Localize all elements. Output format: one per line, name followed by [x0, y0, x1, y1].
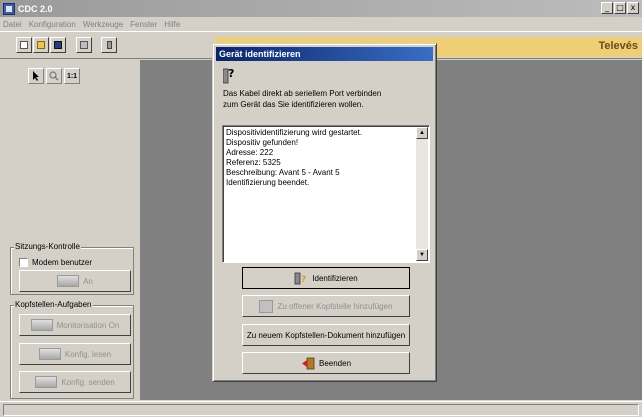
brand-logo: Televés — [598, 40, 638, 52]
headend-tasks-legend: Kopfstellen-Aufgaben — [14, 300, 93, 309]
modem-checkbox[interactable] — [19, 258, 28, 267]
send-config-button[interactable]: Konfig. senden — [19, 371, 131, 393]
exit-door-icon — [301, 357, 315, 369]
status-bar — [0, 401, 642, 417]
add-new-label: Zu neuem Kopfstellen-Dokument hinzufügen — [246, 330, 406, 340]
save-icon — [54, 41, 62, 49]
dialog-title: Gerät identifizieren — [216, 47, 433, 61]
read-config-icon — [38, 348, 61, 360]
instruction-line-2: zum Gerät das Sie identifizieren wollen. — [223, 100, 364, 109]
app-icon — [3, 2, 15, 15]
add-open-label: Zu offener Kopfstelle hinzufügen — [277, 301, 393, 311]
modem-label: Modem benutzer — [32, 258, 93, 267]
monitorisation-button[interactable]: Monitorisation On — [19, 314, 131, 336]
identify-device-icon: ? — [294, 272, 307, 285]
fit-tool[interactable]: 1:1 — [64, 68, 80, 84]
save-button[interactable] — [50, 37, 66, 53]
open-folder-icon — [37, 41, 45, 49]
menu-fenster[interactable]: Fenster — [130, 20, 157, 29]
maximize-button[interactable]: □ — [614, 2, 626, 14]
add-to-open-headend-button[interactable]: Zu offener Kopfstelle hinzufügen — [242, 295, 410, 317]
session-control-legend: Sitzungs-Kontrolle — [14, 242, 81, 251]
log-line: Dispositiv gefunden! — [226, 138, 299, 147]
open-button[interactable] — [33, 37, 49, 53]
headend-tasks-group: Kopfstellen-Aufgaben Monitorisation On K… — [10, 300, 134, 399]
pointer-icon — [33, 71, 39, 81]
title-bar: CDC 2.0 _ □ x — [0, 0, 642, 17]
log-lines: Dispositividentifizierung wird gestartet… — [226, 128, 362, 188]
send-config-label: Konfig. senden — [61, 377, 115, 387]
zoom-icon — [49, 71, 59, 81]
pointer-tool[interactable] — [28, 68, 44, 84]
menu-hilfe[interactable]: Hilfe — [164, 20, 180, 29]
send-config-icon — [35, 376, 58, 388]
scroll-down-arrow[interactable]: ▼ — [416, 249, 428, 261]
menu-werkzeuge[interactable]: Werkzeuge — [83, 20, 123, 29]
monitorisation-label: Monitorisation On — [56, 320, 120, 330]
minimize-button[interactable]: _ — [601, 2, 613, 14]
print-button[interactable] — [76, 37, 92, 53]
log-scrollbar[interactable]: ▲ ▼ — [416, 127, 428, 261]
connect-button[interactable]: An — [19, 270, 131, 292]
svg-text:?: ? — [301, 275, 306, 285]
zoom-tool[interactable] — [46, 68, 62, 84]
quit-label: Beenden — [318, 358, 352, 368]
new-document-icon — [20, 41, 28, 49]
log-line: Beschreibung: Avant 5 - Avant 5 — [226, 168, 340, 177]
read-config-label: Konfig. lesen — [64, 349, 112, 359]
identify-device-icon — [107, 41, 112, 49]
dialog-instructions: Das Kabel direkt ab seriellem Port verbi… — [223, 88, 423, 110]
plug-icon — [57, 275, 80, 287]
menu-konfiguration[interactable]: Konfiguration — [29, 20, 76, 29]
left-panel: 1:1 Sitzungs-Kontrolle Modem benutzer An… — [8, 60, 137, 400]
monitor-icon — [30, 319, 53, 331]
log-line: Adresse: 222 — [226, 148, 274, 157]
svg-text:?: ? — [228, 67, 234, 80]
menu-datei[interactable]: Datei — [3, 20, 22, 29]
log-line: Referenz: 5325 — [226, 158, 281, 167]
identify-button[interactable]: ? Identifizieren — [242, 267, 410, 289]
identify-label: Identifizieren — [312, 273, 358, 283]
identify-device-dialog: Gerät identifizieren ? Das Kabel direkt … — [212, 43, 437, 382]
connect-label: An — [83, 276, 93, 286]
app-title: CDC 2.0 — [18, 3, 53, 14]
add-to-new-document-button[interactable]: Zu neuem Kopfstellen-Dokument hinzufügen — [242, 324, 410, 346]
identification-log[interactable]: Dispositividentifizierung wird gestartet… — [222, 125, 430, 263]
left-tools: 1:1 — [28, 68, 80, 84]
log-line: Dispositividentifizierung wird gestartet… — [226, 128, 363, 137]
menu-bar: Datei Konfiguration Werkzeuge Fenster Hi… — [0, 17, 642, 31]
window-controls: _ □ x — [601, 2, 639, 14]
new-document-button[interactable] — [16, 37, 32, 53]
fit-icon: 1:1 — [66, 72, 78, 80]
add-headend-icon — [259, 299, 274, 313]
scroll-up-arrow[interactable]: ▲ — [416, 127, 428, 139]
close-button[interactable]: x — [627, 2, 639, 14]
modem-checkbox-row[interactable]: Modem benutzer — [19, 258, 92, 267]
session-control-group: Sitzungs-Kontrolle Modem benutzer An — [10, 242, 134, 295]
identify-device-button[interactable] — [101, 37, 117, 53]
print-icon — [80, 41, 88, 49]
instruction-line-1: Das Kabel direkt ab seriellem Port verbi… — [223, 89, 382, 98]
log-line: Identifizierung beendet. — [226, 178, 310, 187]
status-field — [3, 404, 639, 416]
read-config-button[interactable]: Konfig. lesen — [19, 343, 131, 365]
device-question-icon: ? — [223, 67, 234, 84]
quit-button[interactable]: Beenden — [242, 352, 410, 374]
